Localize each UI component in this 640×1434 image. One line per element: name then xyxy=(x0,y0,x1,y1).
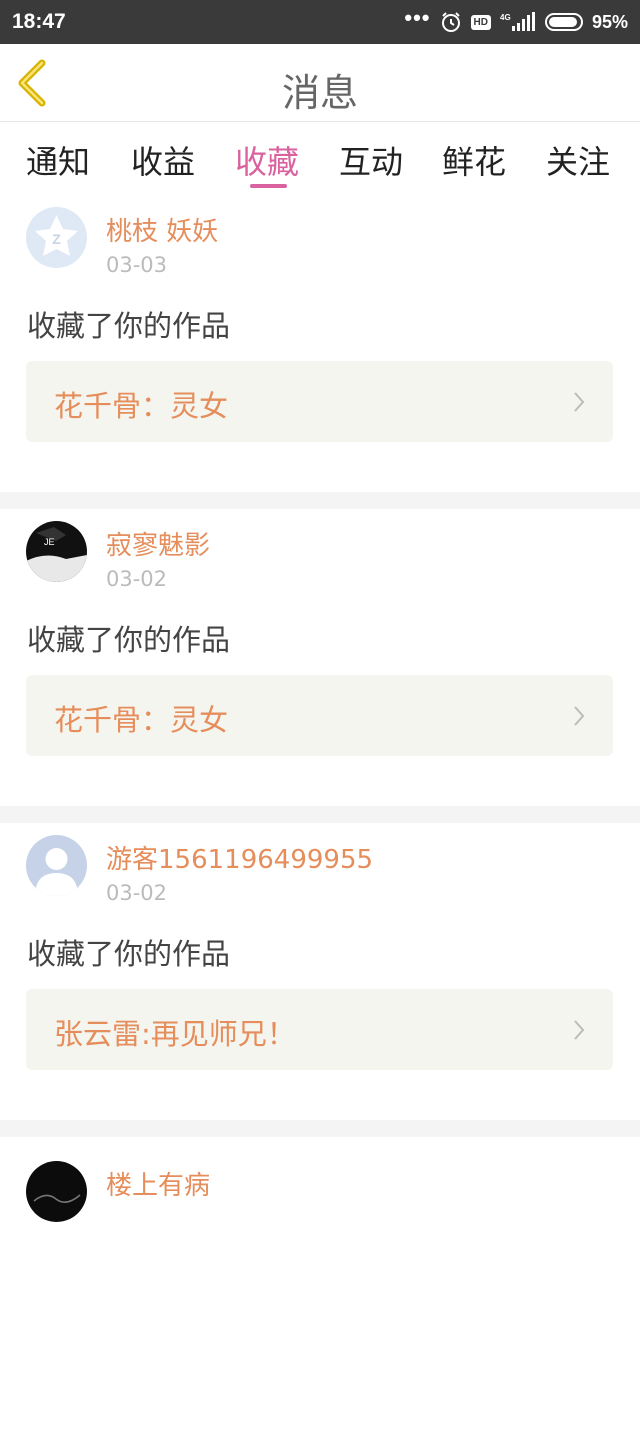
avatar[interactable] xyxy=(26,835,87,896)
divider xyxy=(0,1120,640,1137)
svg-text:Z: Z xyxy=(52,231,61,247)
work-title: 花千骨：灵女 xyxy=(54,389,229,423)
hd-badge: HD xyxy=(470,14,491,30)
list-item: 游客1561196499955 03-02 收藏了你的作品 张云雷:再见师兄！ xyxy=(0,823,640,1120)
tab-favorites[interactable]: 收藏 xyxy=(235,137,299,183)
divider xyxy=(0,806,640,823)
network-label: 4G xyxy=(500,13,511,22)
avatar[interactable] xyxy=(26,1161,87,1222)
tab-bar: 通知 收益 收藏 互动 鲜花 关注 xyxy=(0,123,640,195)
message-text: 收藏了你的作品 xyxy=(27,937,231,971)
message-text: 收藏了你的作品 xyxy=(27,309,231,343)
message-text: 收藏了你的作品 xyxy=(27,623,231,657)
tab-follows[interactable]: 关注 xyxy=(546,137,610,183)
username[interactable]: 桃枝 妖妖 xyxy=(106,211,218,248)
active-tab-indicator xyxy=(250,184,287,188)
username[interactable]: 楼上有病 xyxy=(106,1165,210,1202)
message-list: Z 桃枝 妖妖 03-03 收藏了你的作品 花千骨：灵女 JE 寂寥魅影 03-… xyxy=(0,195,640,1434)
signal-icon: 4G xyxy=(500,12,535,31)
page-title: 消息 xyxy=(281,71,358,115)
chevron-right-icon xyxy=(574,392,585,412)
status-bar: 18:47 ••• HD 4G 95% xyxy=(0,0,640,44)
work-link[interactable]: 花千骨：灵女 xyxy=(26,361,613,442)
username[interactable]: 游客1561196499955 xyxy=(106,839,373,876)
nav-bar: 消息 xyxy=(0,44,640,122)
status-time: 18:47 xyxy=(12,10,66,33)
tab-notifications[interactable]: 通知 xyxy=(26,137,90,183)
default-avatar-icon: Z xyxy=(26,207,87,268)
more-dots-icon: ••• xyxy=(404,5,431,30)
list-item: JE 寂寥魅影 03-02 收藏了你的作品 花千骨：灵女 xyxy=(0,509,640,806)
battery-icon xyxy=(544,13,583,31)
svg-text:JE: JE xyxy=(44,537,55,547)
battery-fill xyxy=(548,17,578,27)
battery-percent: 95% xyxy=(591,11,628,32)
tab-interactions[interactable]: 互动 xyxy=(339,137,403,183)
tab-flowers[interactable]: 鲜花 xyxy=(442,137,506,183)
alarm-icon xyxy=(441,12,460,32)
avatar[interactable]: Z xyxy=(26,207,87,268)
username[interactable]: 寂寥魅影 xyxy=(106,525,210,562)
work-link[interactable]: 张云雷:再见师兄！ xyxy=(26,989,613,1070)
list-item: 楼上有病 xyxy=(0,1137,640,1434)
avatar[interactable]: JE xyxy=(26,521,87,582)
list-item: Z 桃枝 妖妖 03-03 收藏了你的作品 花千骨：灵女 xyxy=(0,195,640,492)
user-photo-icon: JE xyxy=(26,521,87,582)
default-user-icon xyxy=(26,835,87,896)
status-icons: ••• HD 4G 95% xyxy=(404,5,628,33)
work-title: 张云雷:再见师兄！ xyxy=(54,1017,296,1051)
user-photo-icon xyxy=(26,1161,87,1222)
message-date: 03-02 xyxy=(106,567,168,591)
work-title: 花千骨：灵女 xyxy=(54,703,229,737)
work-link[interactable]: 花千骨：灵女 xyxy=(26,675,613,756)
tab-earnings[interactable]: 收益 xyxy=(131,137,195,183)
chevron-right-icon xyxy=(574,706,585,726)
chevron-right-icon xyxy=(574,1020,585,1040)
message-date: 03-03 xyxy=(106,253,168,277)
divider xyxy=(0,492,640,509)
message-date: 03-02 xyxy=(106,881,168,905)
